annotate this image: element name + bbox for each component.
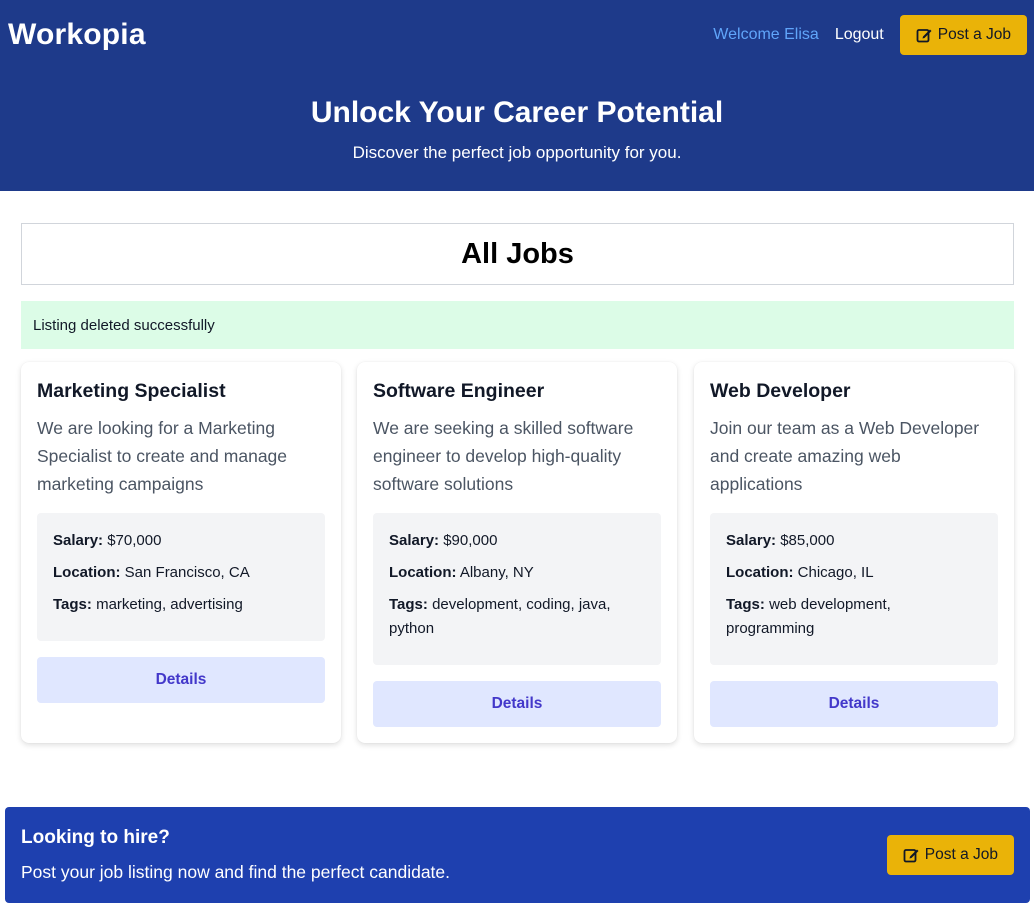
location-row: Location: Chicago, IL: [726, 561, 982, 585]
location-row: Location: Albany, NY: [389, 561, 645, 585]
salary-row: Salary: $90,000: [389, 529, 645, 553]
hire-banner: Looking to hire? Post your job listing n…: [5, 807, 1030, 903]
details-button[interactable]: Details: [373, 681, 661, 727]
salary-row: Salary: $85,000: [726, 529, 982, 553]
hero-title: Unlock Your Career Potential: [310, 96, 724, 129]
job-info-box: Salary: $90,000 Location: Albany, NY Tag…: [373, 513, 661, 665]
top-nav: Welcome Elisa Logout Post a Job: [713, 15, 1027, 55]
job-card: Software Engineer We are seeking a skill…: [357, 362, 677, 743]
all-jobs-heading-box: All Jobs: [21, 223, 1014, 285]
tags-row: Tags: marketing, advertising: [53, 593, 309, 617]
tags-value: marketing, advertising: [96, 596, 243, 613]
job-description: We are seeking a skilled software engine…: [373, 418, 634, 494]
salary-label: Salary:: [726, 532, 777, 549]
job-card: Web Developer Join our team as a Web Dev…: [694, 362, 1014, 743]
location-label: Location:: [726, 564, 794, 581]
details-button[interactable]: Details: [37, 657, 325, 703]
job-description: We are looking for a Marketing Specialis…: [37, 418, 288, 494]
brand-logo[interactable]: Workopia: [8, 18, 146, 52]
job-title: Web Developer: [710, 380, 851, 402]
job-title: Marketing Specialist: [37, 380, 226, 402]
banner-title: Looking to hire?: [21, 827, 170, 848]
salary-value: $90,000: [443, 532, 498, 549]
location-value: San Francisco, CA: [124, 564, 250, 581]
site-header: Workopia Welcome Elisa Logout Post a Job…: [0, 0, 1034, 191]
success-alert: Listing deleted successfully: [21, 301, 1014, 349]
tags-row: Tags: development, coding, java, python: [389, 593, 645, 641]
salary-value: $85,000: [780, 532, 835, 549]
welcome-text: Welcome Elisa: [713, 26, 819, 43]
tags-row: Tags: web development, programming: [726, 593, 982, 641]
post-job-label: Post a Job: [937, 26, 1011, 43]
banner-post-job-button[interactable]: Post a Job: [886, 835, 1014, 875]
job-card: Marketing Specialist We are looking for …: [21, 362, 341, 743]
post-job-label: Post a Job: [924, 846, 998, 863]
post-job-button[interactable]: Post a Job: [899, 15, 1027, 55]
tags-label: Tags:: [389, 596, 428, 613]
job-info-box: Salary: $70,000 Location: San Francisco,…: [37, 513, 325, 641]
salary-row: Salary: $70,000: [53, 529, 309, 553]
location-value: Chicago, IL: [797, 564, 874, 581]
banner-text: Post your job listing now and find the p…: [21, 862, 451, 882]
details-button[interactable]: Details: [710, 681, 998, 727]
salary-value: $70,000: [107, 532, 162, 549]
location-row: Location: San Francisco, CA: [53, 561, 309, 585]
hero-subtitle: Discover the perfect job opportunity for…: [352, 143, 682, 162]
edit-icon: [903, 847, 919, 863]
tags-label: Tags:: [53, 596, 92, 613]
salary-label: Salary:: [53, 532, 104, 549]
tags-label: Tags:: [726, 596, 765, 613]
page-title: All Jobs: [461, 237, 574, 270]
job-info-box: Salary: $85,000 Location: Chicago, IL Ta…: [710, 513, 998, 665]
job-description: Join our team as a Web Developer and cre…: [710, 418, 980, 494]
salary-label: Salary:: [389, 532, 440, 549]
job-title: Software Engineer: [373, 380, 545, 402]
logout-button[interactable]: Logout: [835, 26, 884, 44]
location-value: Albany, NY: [459, 564, 534, 581]
location-label: Location:: [389, 564, 457, 581]
edit-icon: [916, 27, 932, 43]
location-label: Location:: [53, 564, 121, 581]
